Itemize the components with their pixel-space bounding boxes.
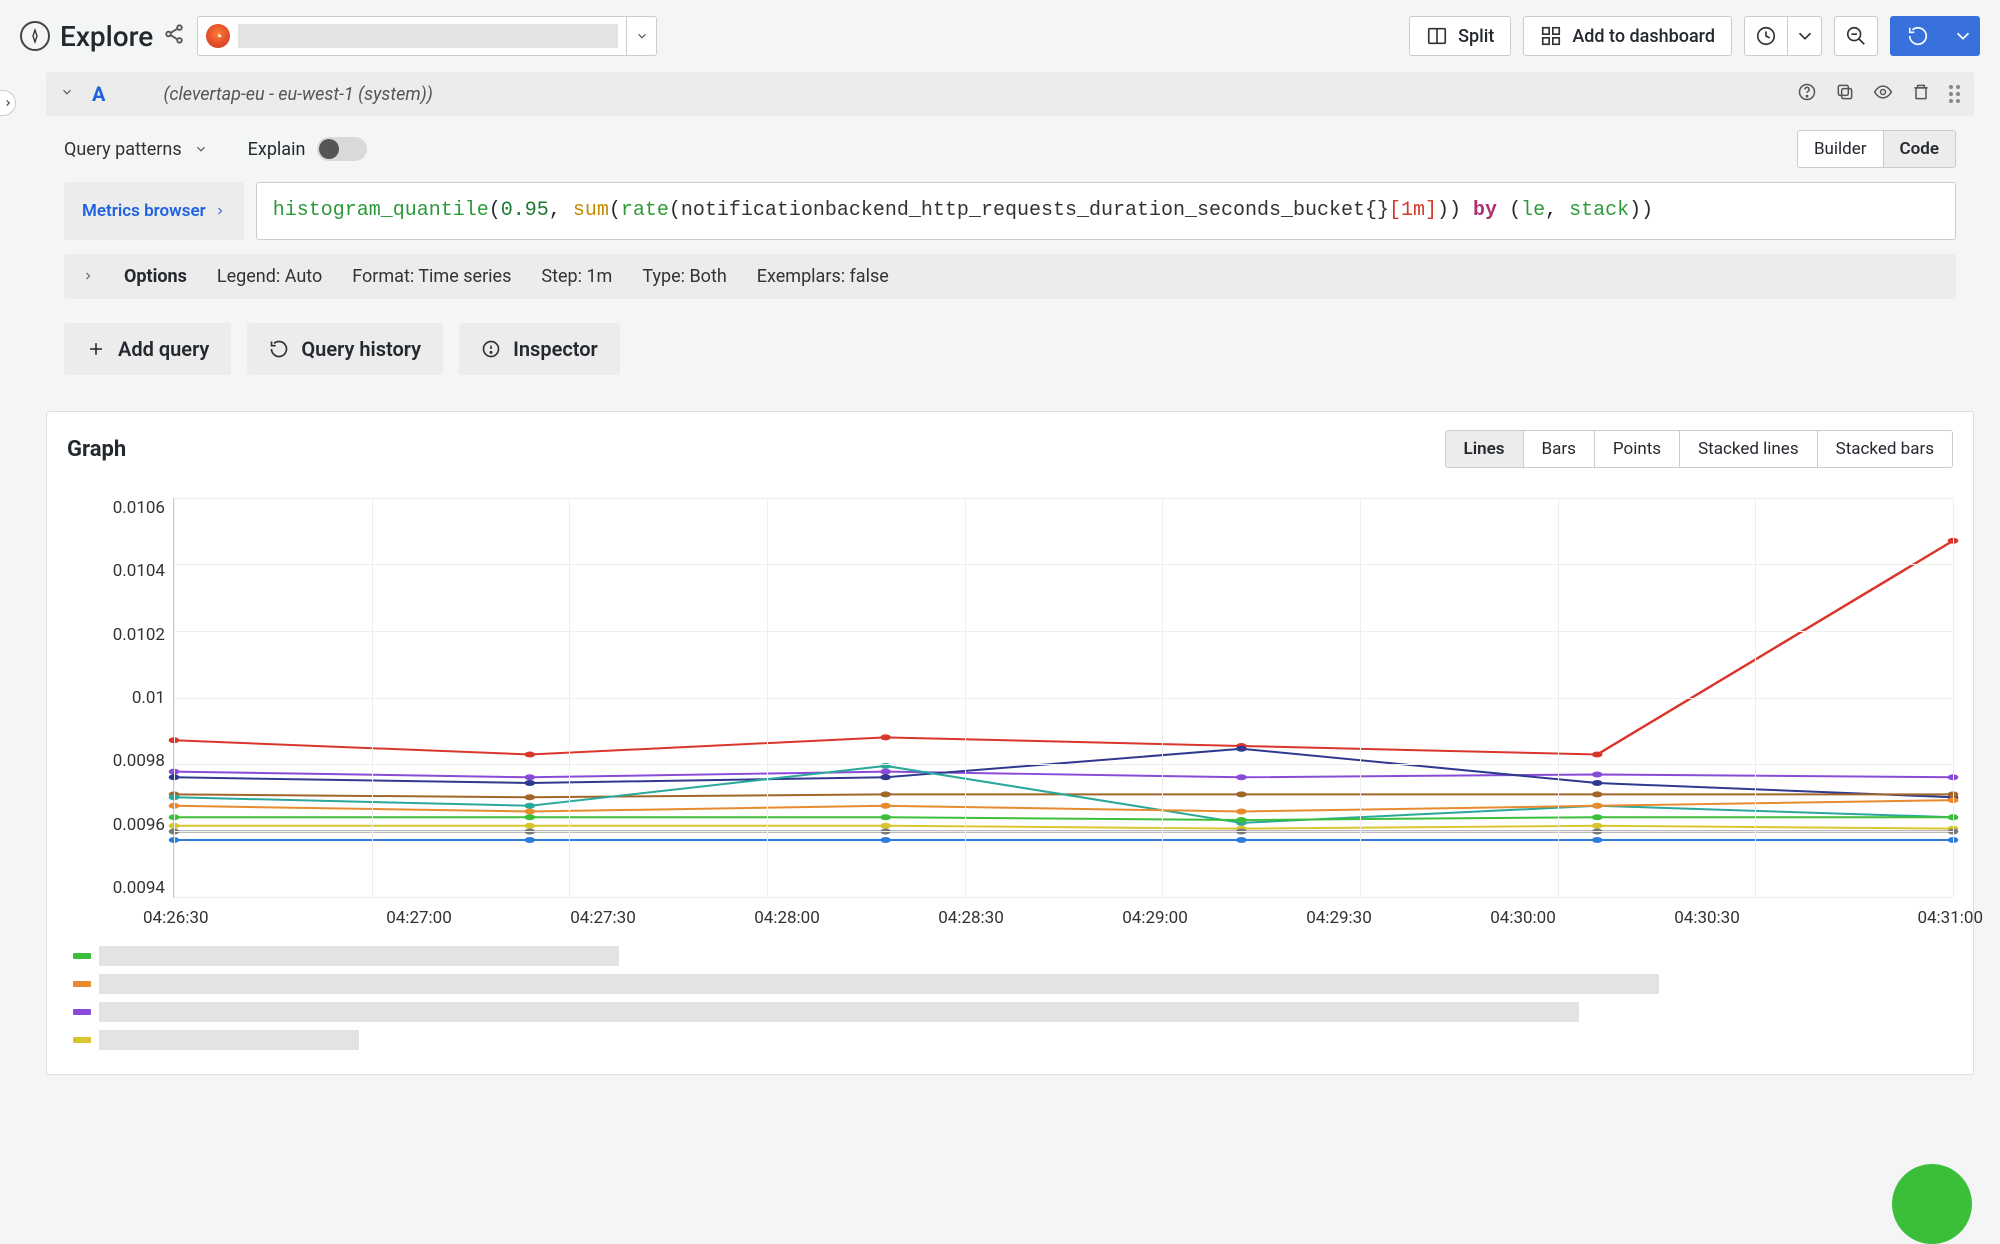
- help-icon[interactable]: [1797, 82, 1817, 106]
- compass-icon: [20, 21, 50, 51]
- graph-mode-bars[interactable]: Bars: [1523, 431, 1594, 467]
- chart-legend: [73, 942, 1953, 1054]
- trash-icon[interactable]: [1911, 82, 1931, 106]
- run-interval-dropdown[interactable]: [1946, 16, 1980, 56]
- time-range-button[interactable]: [1744, 16, 1788, 56]
- chart-x-axis: 04:26:3004:27:0004:27:3004:28:0004:28:30…: [173, 898, 1953, 928]
- chevron-down-icon[interactable]: [626, 17, 656, 55]
- mode-code[interactable]: Code: [1883, 131, 1955, 167]
- add-query-button[interactable]: Add query: [64, 323, 231, 375]
- prometheus-icon: ◔: [206, 24, 230, 48]
- split-label: Split: [1458, 26, 1494, 47]
- legend-item[interactable]: [73, 1026, 1953, 1054]
- query-options-row[interactable]: Options Legend: Auto Format: Time series…: [64, 254, 1956, 299]
- mode-builder[interactable]: Builder: [1798, 131, 1883, 167]
- query-row-header: A (clevertap-eu - eu-west-1 (system)): [46, 72, 1974, 116]
- add-to-dashboard-button[interactable]: Add to dashboard: [1523, 16, 1732, 56]
- run-query-button[interactable]: [1890, 16, 1946, 56]
- query-controls-row: Query patterns Explain Builder Code: [46, 116, 1974, 182]
- query-name: (clevertap-eu - eu-west-1 (system)): [163, 84, 432, 105]
- chevron-down-icon[interactable]: [60, 85, 74, 103]
- options-type: Type: Both: [642, 266, 726, 287]
- metrics-browser-button[interactable]: Metrics browser: [64, 182, 244, 240]
- legend-item[interactable]: [73, 942, 1953, 970]
- options-exemplars: Exemplars: false: [757, 266, 889, 287]
- add-to-dashboard-label: Add to dashboard: [1572, 26, 1715, 47]
- graph-title: Graph: [67, 437, 126, 462]
- chevron-right-icon: [82, 266, 94, 287]
- datasource-picker[interactable]: ◔: [197, 16, 657, 56]
- query-patterns-dropdown[interactable]: Query patterns: [64, 139, 208, 160]
- graph-mode-switch: Lines Bars Points Stacked lines Stacked …: [1445, 430, 1953, 468]
- legend-item[interactable]: [73, 970, 1953, 998]
- zoom-out-button[interactable]: [1834, 16, 1878, 56]
- query-history-button[interactable]: Query history: [247, 323, 443, 375]
- editor-mode-switch: Builder Code: [1797, 130, 1956, 168]
- options-legend: Legend: Auto: [217, 266, 322, 287]
- options-format: Format: Time series: [352, 266, 511, 287]
- graph-mode-points[interactable]: Points: [1594, 431, 1679, 467]
- split-button[interactable]: Split: [1409, 16, 1511, 56]
- chart-y-axis: 0.01060.01040.01020.010.00980.00960.0094: [67, 498, 173, 898]
- inspector-button[interactable]: Inspector: [459, 323, 620, 375]
- page-title: Explore: [60, 20, 153, 53]
- graph-mode-stacked-bars[interactable]: Stacked bars: [1817, 431, 1952, 467]
- explain-toggle[interactable]: [317, 137, 367, 161]
- explain-label: Explain: [248, 139, 306, 160]
- drag-handle-icon[interactable]: [1949, 85, 1960, 103]
- share-icon[interactable]: [163, 23, 185, 49]
- promql-editor[interactable]: histogram_quantile(0.95, sum(rate(notifi…: [256, 182, 1956, 240]
- time-range-dropdown[interactable]: [1788, 16, 1822, 56]
- graph-mode-stacked-lines[interactable]: Stacked lines: [1679, 431, 1817, 467]
- query-ref-label: A: [92, 82, 105, 106]
- options-label: Options: [124, 266, 187, 287]
- eye-icon[interactable]: [1873, 82, 1893, 106]
- graph-mode-lines[interactable]: Lines: [1446, 431, 1523, 467]
- copy-icon[interactable]: [1835, 82, 1855, 106]
- help-fab[interactable]: [1892, 1164, 1972, 1244]
- top-toolbar: Explore ◔ Split Add to dashboard: [0, 0, 2000, 72]
- legend-item[interactable]: [73, 998, 1953, 1026]
- options-step: Step: 1m: [541, 266, 612, 287]
- graph-panel: Graph Lines Bars Points Stacked lines St…: [46, 411, 1974, 1075]
- chart-plot-area[interactable]: [173, 498, 1953, 898]
- datasource-name-redacted: [238, 24, 618, 48]
